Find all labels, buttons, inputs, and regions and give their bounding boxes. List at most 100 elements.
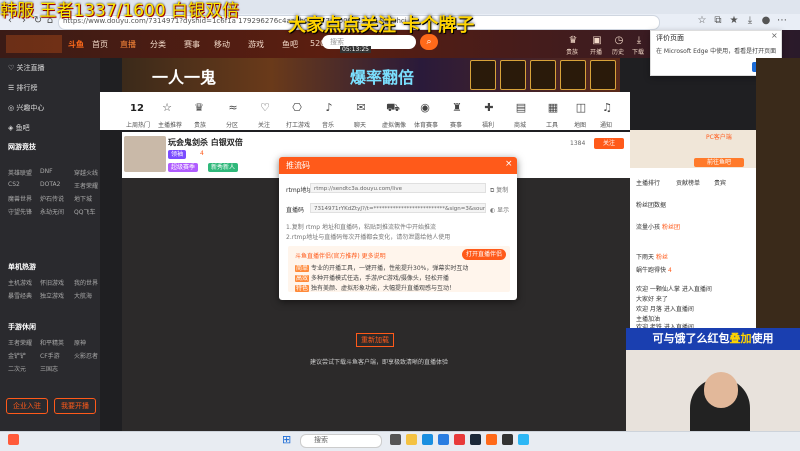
category-label[interactable]: 福利 <box>482 120 494 129</box>
category-label[interactable]: 通知 <box>600 120 612 129</box>
gamepad-icon[interactable]: ⎔ <box>290 101 304 115</box>
shop-icon[interactable]: ▤ <box>514 101 528 115</box>
category-label[interactable]: 打工游戏 <box>286 120 310 129</box>
sidebar-link[interactable]: 和平精英 <box>40 338 64 347</box>
nav-yuba[interactable]: 鱼吧 <box>282 39 298 50</box>
sidebar-link[interactable]: 主机游戏 <box>8 278 32 287</box>
sidebar-link[interactable]: 我的世界 <box>74 278 98 287</box>
profile-icon[interactable]: ● <box>760 15 772 27</box>
sidebar-link[interactable]: 金铲铲 <box>8 351 26 360</box>
box-icon[interactable]: ▦ <box>546 101 560 115</box>
sidebar-link[interactable]: 怀旧游戏 <box>40 278 64 287</box>
sidebar-link[interactable]: 暴雪经典 <box>8 291 32 300</box>
sidebar-link[interactable]: DOTA2 <box>40 181 60 188</box>
download-icon[interactable]: ⤓ <box>744 15 756 27</box>
sidebar-link[interactable]: QQ飞车 <box>74 207 95 216</box>
show-button[interactable]: ◐ 显示 <box>490 205 509 214</box>
sidebar-link[interactable]: 魔兽世界 <box>8 194 32 203</box>
sidebar-link[interactable]: 穿越火线 <box>74 168 98 177</box>
server-field[interactable]: rtmp://sendtc3a.douyu.com/live <box>310 183 486 193</box>
category-label[interactable]: 关注 <box>258 120 270 129</box>
category-label[interactable]: 主播推荐 <box>158 120 182 129</box>
gift-icon[interactable]: ✚ <box>482 101 496 115</box>
sidebar-item-interest[interactable]: ◎ 兴趣中心 <box>8 103 44 113</box>
windows-start-icon[interactable]: ⊞ <box>282 434 293 445</box>
room-tag[interactable]: 超级赛季 <box>168 163 199 172</box>
sidebar-link[interactable]: 火影忍者 <box>74 351 98 360</box>
map-icon[interactable]: ◫ <box>574 101 588 115</box>
follow-button[interactable]: 关注 <box>594 138 624 149</box>
key-field[interactable]: 7314971rYKdZtyJ?/t=*********************… <box>310 203 486 213</box>
nav-mobile[interactable]: 移动 <box>214 39 230 50</box>
wave-icon[interactable]: ≈ <box>226 101 240 115</box>
sidebar-item-follow[interactable]: ♡ 关注直播 <box>8 63 45 73</box>
site-logo[interactable]: 斗鱼 <box>68 39 84 50</box>
avatar[interactable] <box>124 136 166 172</box>
category-label[interactable]: 音乐 <box>322 120 334 129</box>
store-icon[interactable] <box>438 434 449 445</box>
pc-entry[interactable]: PC客户端 <box>706 132 732 141</box>
category-label[interactable]: 赛事 <box>450 120 462 129</box>
nav-home[interactable]: 首页 <box>92 39 108 50</box>
app-icon[interactable] <box>518 434 529 445</box>
taskbar-search[interactable] <box>300 434 382 448</box>
sidebar-link[interactable]: 三国志 <box>40 364 58 373</box>
close-icon[interactable]: × <box>771 31 778 40</box>
reload-button[interactable]: 重新加载 <box>356 333 394 347</box>
sidebar-item-rank[interactable]: ☰ 排行榜 <box>8 83 38 93</box>
room-tag[interactable]: 新秀新人 <box>208 163 239 172</box>
sidebar-link[interactable]: 王者荣耀 <box>74 181 98 190</box>
enterprise-button[interactable]: 企业入驻 <box>6 398 48 414</box>
sidebar-link[interactable]: CS2 <box>8 181 20 188</box>
category-label[interactable]: 地图 <box>574 120 586 129</box>
category-label[interactable]: 虚拟偶像 <box>382 120 406 129</box>
app-icon[interactable] <box>454 434 465 445</box>
category-label[interactable]: 聊天 <box>354 120 366 129</box>
sidebar-link[interactable]: 英雄联盟 <box>8 168 32 177</box>
sidebar-link[interactable]: 大航海 <box>74 291 92 300</box>
tab-rank[interactable]: 主播排行 <box>636 178 660 187</box>
sidebar-link[interactable]: CF手游 <box>40 351 60 360</box>
file-explorer-icon[interactable] <box>406 434 417 445</box>
sidebar-link[interactable]: 原神 <box>74 338 86 347</box>
task-view-icon[interactable] <box>390 434 401 445</box>
sidebar-item-yuba[interactable]: ◈ 鱼吧 <box>8 123 30 133</box>
sidebar-link[interactable]: 独立游戏 <box>40 291 64 300</box>
close-icon[interactable]: × <box>505 159 513 169</box>
category-label[interactable]: 工具 <box>546 120 558 129</box>
star-icon[interactable]: ☆ <box>160 101 174 115</box>
yuba-button[interactable]: 前往鱼吧 <box>694 158 744 167</box>
category-label[interactable]: 体育赛事 <box>414 120 438 129</box>
category-label[interactable]: 分区 <box>226 120 238 129</box>
heart-icon[interactable]: ♡ <box>258 101 272 115</box>
ball-icon[interactable]: ◉ <box>418 101 432 115</box>
crown-icon[interactable]: ♛ <box>192 101 206 115</box>
music-icon[interactable]: ♪ <box>322 101 336 115</box>
sidebar-link[interactable]: 王者荣耀 <box>8 338 32 347</box>
nav-match[interactable]: 赛事 <box>184 39 200 50</box>
obs-icon[interactable] <box>502 434 513 445</box>
copy-button[interactable]: ⧉ 复制 <box>490 185 508 195</box>
fans-data[interactable]: 粉丝团数据 <box>636 200 666 209</box>
list-item[interactable]: 流量小孩 粉丝团 <box>636 222 680 231</box>
list-item[interactable]: 蜗牛跑得快 4 <box>636 265 672 274</box>
more-icon[interactable]: ⋯ <box>776 15 788 27</box>
category-label[interactable]: 上周热门 <box>126 120 150 129</box>
category-label[interactable]: 商城 <box>514 120 526 129</box>
nav-category[interactable]: 分类 <box>150 39 166 50</box>
nav-live[interactable]: 直播 <box>120 39 136 50</box>
star-icon[interactable]: ★ <box>728 15 740 27</box>
sidebar-link[interactable]: 守望先锋 <box>8 207 32 216</box>
category-label[interactable]: 贵族 <box>194 120 206 129</box>
sidebar-link[interactable]: 地下城 <box>74 194 92 203</box>
steam-icon[interactable] <box>470 434 481 445</box>
sidebar-link[interactable]: 炉石传说 <box>40 194 64 203</box>
sidebar-link[interactable]: DNF <box>40 168 53 175</box>
favorite-icon[interactable]: ☆ <box>696 15 708 27</box>
open-companion-button[interactable]: 打开直播伴侣 <box>462 249 506 260</box>
start-stream-button[interactable]: 我要开播 <box>54 398 96 414</box>
tab-contrib[interactable]: 贡献榜单 <box>676 178 700 187</box>
car-icon[interactable]: ⛟ <box>386 101 400 115</box>
sidebar-link[interactable]: 二次元 <box>8 364 26 373</box>
trophy-icon[interactable]: ♜ <box>450 101 464 115</box>
